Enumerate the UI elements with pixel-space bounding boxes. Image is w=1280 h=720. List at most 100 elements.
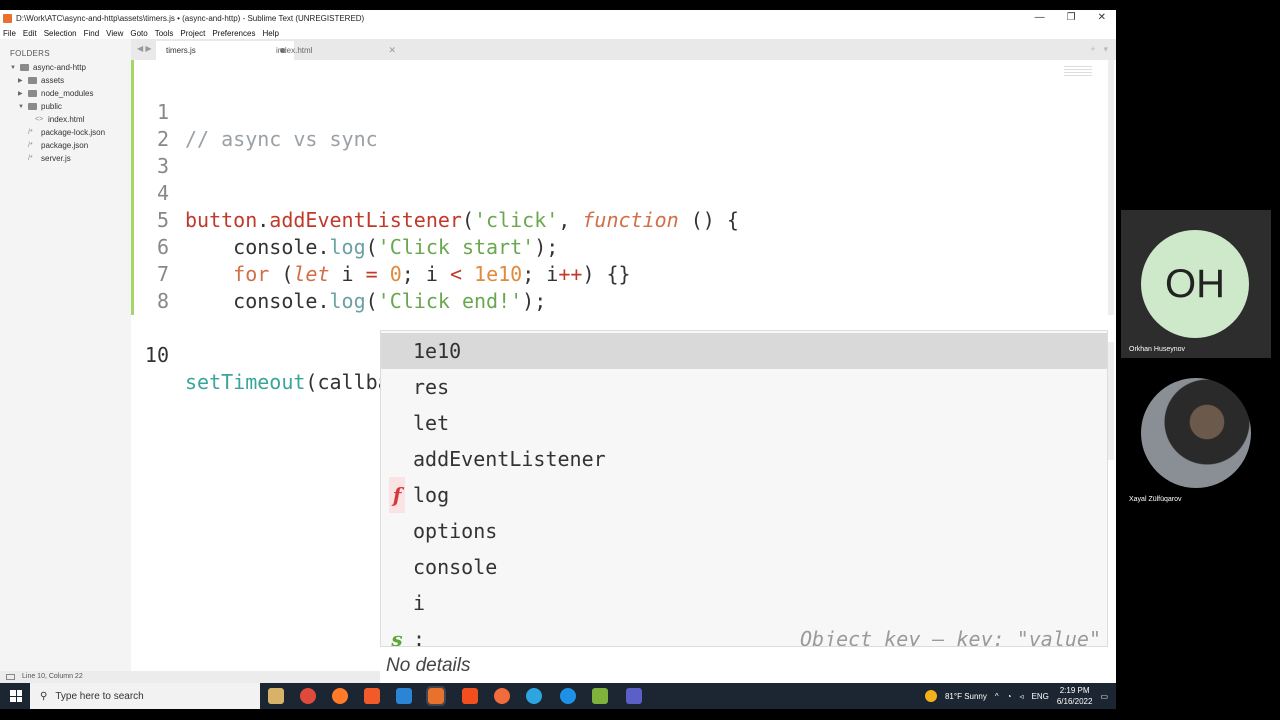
tree-folder-node-modules[interactable]: ▶ node_modules [18, 89, 93, 98]
new-tab-icon[interactable]: + [1090, 44, 1095, 55]
menu-tools[interactable]: Tools [155, 29, 174, 38]
git-icon[interactable] [592, 688, 608, 704]
panel-toggle-icon[interactable] [6, 674, 15, 680]
autocomplete-popup: 1e10 res let addEventListener f log opti… [380, 330, 1108, 647]
collapsed-arrow-icon[interactable]: ▶ [18, 90, 24, 97]
snippet-annotation: Object key — key: "value" [799, 627, 1101, 647]
tab-bar: ◀ ▶ timers.js index.html ✕ + ▾ [131, 39, 1116, 60]
volume-icon[interactable]: ◃ [1019, 692, 1023, 701]
lang-indicator[interactable]: ENG [1032, 692, 1049, 701]
tray-arrow-icon[interactable]: ^ [995, 692, 999, 701]
menu-edit[interactable]: Edit [23, 29, 37, 38]
chrome-icon[interactable] [300, 688, 316, 704]
html-file-icon: <> [35, 116, 44, 123]
autocomplete-item[interactable]: console [381, 549, 1107, 585]
collapsed-arrow-icon[interactable]: ▶ [18, 77, 24, 84]
participant-name: Xayal Zülfüqarov [1129, 496, 1182, 503]
tab-nav-arrows-icon[interactable]: ◀ ▶ [137, 44, 152, 53]
firefox-icon[interactable] [332, 688, 348, 704]
menu-find[interactable]: Find [84, 29, 100, 38]
windows-taskbar: ⚲ Type here to search 81°F Sunny ^ ◔ ◃ E… [0, 683, 1116, 709]
participant-tile: OH Orkhan Huseynov [1121, 210, 1271, 358]
code-line[interactable]: 5 console.log('Click start'); [131, 180, 1116, 259]
menu-view[interactable]: View [106, 29, 123, 38]
close-button[interactable]: ✕ [1098, 12, 1106, 23]
menu-file[interactable]: File [3, 29, 16, 38]
weather-sun-icon [924, 690, 937, 702]
autocomplete-item[interactable]: addEventListener [381, 441, 1107, 477]
code-line[interactable]: 7 console.log('Click end!'); [131, 234, 1116, 313]
teams-icon[interactable] [626, 688, 642, 704]
tab-close-icon[interactable]: ✕ [388, 45, 396, 56]
window-title: D:\Work\ATC\async-and-http\assets\timers… [16, 14, 365, 23]
postman-icon[interactable] [494, 688, 510, 704]
tree-file-index-html[interactable]: <> index.html [35, 115, 84, 124]
expanded-arrow-icon[interactable]: ▼ [10, 65, 16, 71]
brave-icon[interactable] [364, 688, 380, 704]
tab-index-html[interactable]: index.html ✕ [266, 41, 404, 60]
title-bar: D:\Work\ATC\async-and-http\assets\timers… [0, 10, 1116, 27]
cursor-position: Line 10, Column 22 [22, 673, 83, 680]
snippet-kind-icon: s [391, 627, 403, 647]
sidebar: FOLDERS ▼ async-and-http ▶ assets ▶ node… [0, 39, 131, 671]
autocomplete-details: No details [380, 648, 1116, 683]
code-line[interactable]: 8 }); [131, 261, 1116, 340]
code-line[interactable]: 2 [131, 99, 1116, 151]
menu-selection[interactable]: Selection [44, 29, 77, 38]
tree-file-package-json[interactable]: /* package.json [28, 141, 88, 150]
telegram-icon[interactable] [526, 688, 542, 704]
code-line[interactable]: 4 button.addEventListener('click', funct… [131, 153, 1116, 232]
taskbar-search-box[interactable]: ⚲ Type here to search [30, 683, 260, 709]
avatar: OH [1141, 230, 1249, 338]
tab-list-icon[interactable]: ▾ [1103, 44, 1108, 55]
docker-icon[interactable] [560, 688, 576, 704]
autocomplete-item[interactable]: s : Object key — key: "value" [381, 621, 1107, 647]
menu-help[interactable]: Help [262, 29, 278, 38]
autocomplete-item[interactable]: i [381, 585, 1107, 621]
sublime-taskbar-icon[interactable] [426, 686, 446, 706]
folder-icon [28, 90, 37, 97]
file-explorer-icon[interactable] [268, 688, 284, 704]
autocomplete-item[interactable]: let [381, 405, 1107, 441]
tree-file-server-js[interactable]: /* server.js [28, 154, 71, 163]
search-icon: ⚲ [40, 690, 48, 702]
folder-icon [28, 103, 37, 110]
folder-icon [28, 77, 37, 84]
autocomplete-item[interactable]: res [381, 369, 1107, 405]
vscode-icon[interactable] [396, 688, 412, 704]
menu-bar: File Edit Selection Find View Goto Tools… [0, 27, 1116, 39]
network-icon[interactable]: ◔ [1007, 692, 1012, 701]
autocomplete-item[interactable]: 1e10 [381, 333, 1107, 369]
tree-folder-assets[interactable]: ▶ assets [18, 76, 64, 85]
participant-video-avatar [1141, 378, 1251, 488]
autocomplete-item[interactable]: f log [381, 477, 1107, 513]
notifications-icon[interactable]: ▭ [1100, 692, 1108, 701]
autocomplete-item[interactable]: options [381, 513, 1107, 549]
js-file-icon: /* [28, 155, 33, 162]
code-line[interactable]: 3 [131, 126, 1116, 178]
json-file-icon: /* [28, 142, 33, 149]
folder-icon [20, 64, 29, 71]
restore-button[interactable]: ❐ [1067, 12, 1076, 23]
json-file-icon: /* [28, 129, 33, 136]
tree-folder-async-and-http[interactable]: ▼ async-and-http [10, 63, 86, 72]
windows-start-icon[interactable] [10, 690, 22, 702]
tree-file-package-lock[interactable]: /* package-lock.json [28, 128, 105, 137]
code-line[interactable]: 6 for (let i = 0; i < 1e10; i++) {} [131, 207, 1116, 286]
clock[interactable]: 2:19 PM 6/16/2022 [1057, 685, 1093, 707]
sublime-app-icon [3, 14, 12, 23]
menu-preferences[interactable]: Preferences [212, 29, 255, 38]
function-kind-icon: f [389, 477, 405, 513]
folders-header: FOLDERS [10, 49, 50, 58]
participant-name: Orkhan Huseynov [1129, 346, 1186, 353]
code-line[interactable]: 1 // async vs sync [131, 72, 1116, 151]
menu-project[interactable]: Project [180, 29, 205, 38]
menu-goto[interactable]: Goto [130, 29, 147, 38]
weather-text[interactable]: 81°F Sunny [945, 692, 987, 701]
code-line[interactable]: 9 [131, 288, 1116, 340]
figma-icon[interactable] [462, 688, 478, 704]
system-tray: 81°F Sunny ^ ◔ ◃ ENG 2:19 PM 6/16/2022 ▭ [924, 683, 1108, 709]
minimize-button[interactable]: — [1035, 12, 1045, 23]
tree-folder-public[interactable]: ▼ public [18, 102, 62, 111]
expanded-arrow-icon[interactable]: ▼ [18, 104, 24, 110]
